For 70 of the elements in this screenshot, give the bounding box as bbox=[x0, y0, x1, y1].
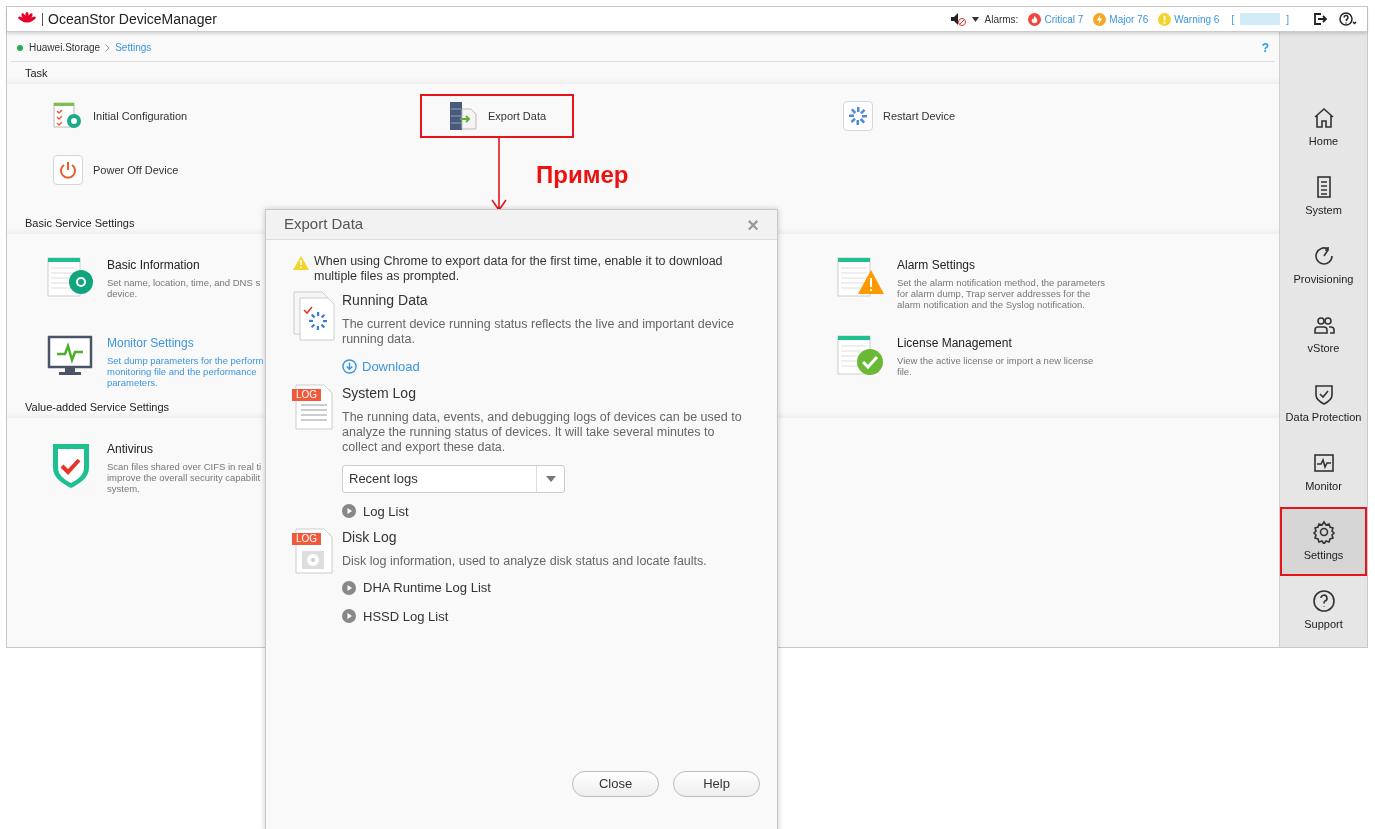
download-icon bbox=[342, 359, 357, 375]
caret-icon bbox=[545, 475, 556, 482]
task-item[interactable]: Export Data bbox=[420, 94, 575, 138]
help-icon[interactable] bbox=[1339, 12, 1357, 26]
setting-title[interactable]: Basic Information bbox=[107, 256, 261, 274]
help-icon bbox=[1311, 588, 1336, 613]
chevron-icon bbox=[105, 43, 111, 52]
dialog-button[interactable]: Help bbox=[673, 771, 760, 797]
section-description: The current device running status reflects the live and important device running data. bbox=[342, 317, 735, 347]
section-title: Disk Log bbox=[342, 528, 398, 547]
product-title: OceanStor DeviceManager bbox=[48, 9, 217, 29]
title-divider bbox=[42, 12, 43, 26]
logout-icon[interactable] bbox=[1313, 12, 1327, 26]
server-export-icon bbox=[448, 101, 478, 131]
lightning-icon bbox=[1093, 12, 1107, 26]
nav-item[interactable]: Data Protection bbox=[1280, 369, 1367, 438]
muted-speaker-icon[interactable] bbox=[949, 12, 966, 26]
alarms-label: Alarms: bbox=[984, 12, 1019, 27]
task-item[interactable]: Restart Device bbox=[815, 94, 984, 138]
setting-title[interactable]: License Management bbox=[897, 334, 1094, 352]
section-description: Disk log information, used to analyze disk status and locate faults. bbox=[342, 554, 708, 569]
document-gear-icon bbox=[47, 256, 95, 300]
section-title: System Log bbox=[342, 383, 417, 403]
nav-item[interactable]: vStore bbox=[1280, 300, 1367, 369]
redacted-block bbox=[1240, 13, 1281, 25]
nav-item[interactable]: Home bbox=[1280, 93, 1367, 162]
power-icon bbox=[53, 155, 83, 185]
task-item[interactable]: Initial Configuration bbox=[25, 94, 216, 138]
setting-description: Set dump parameters for the perform monitoring file and the performance parameters. bbox=[107, 355, 264, 388]
restart-icon bbox=[843, 101, 873, 131]
nav-item[interactable]: Support bbox=[1280, 576, 1367, 645]
section-title: Running Data bbox=[342, 291, 429, 310]
annotation-label: Пример bbox=[536, 160, 629, 190]
account-bracket: [ bbox=[1231, 12, 1235, 27]
warning-icon bbox=[292, 255, 310, 271]
setting-description: Scan files shared over CIFS in real ti improve the overall security capabilit system. bbox=[107, 461, 262, 494]
nav-item[interactable]: System bbox=[1280, 162, 1367, 231]
breadcrumb-item[interactable]: Huawei.Storage bbox=[29, 40, 101, 55]
account-bracket: ] bbox=[1286, 12, 1289, 27]
nav-item[interactable]: Monitor bbox=[1280, 438, 1367, 507]
caret-icon[interactable] bbox=[971, 16, 979, 22]
section-heading: Value-added Service Settings bbox=[25, 399, 170, 415]
dialog-button[interactable]: Close bbox=[572, 771, 659, 797]
play-circle-icon bbox=[342, 609, 356, 624]
expand-link[interactable]: HSSD Log List bbox=[342, 606, 449, 626]
notice-text: When using Chrome to export data for the first time, enable it to download multiple files as prompted. bbox=[314, 254, 724, 284]
section-heading: Task bbox=[25, 65, 48, 81]
expand-link[interactable]: Log List bbox=[342, 501, 409, 521]
document-check-icon bbox=[837, 334, 885, 378]
setting-title[interactable]: Antivirus bbox=[107, 440, 262, 458]
setting-description: Set name, location, time, and DNS s device. bbox=[107, 277, 261, 299]
document-warning-icon bbox=[837, 256, 885, 300]
monitor-pulse-icon bbox=[47, 334, 95, 378]
nav-item[interactable]: Settings bbox=[1280, 507, 1367, 576]
settings-icon bbox=[1311, 519, 1336, 544]
nav-item[interactable]: Provisioning bbox=[1280, 231, 1367, 300]
play-circle-icon bbox=[342, 580, 356, 595]
exclamation-icon bbox=[1158, 12, 1172, 26]
checklist-gear-icon bbox=[53, 102, 83, 130]
section-heading: Basic Service Settings bbox=[25, 215, 135, 231]
log-range-dropdown[interactable]: Recent logs bbox=[342, 464, 565, 493]
dialog-title: Export Data bbox=[284, 214, 364, 235]
flame-icon bbox=[1028, 12, 1042, 26]
setting-description: Set the alarm notification method, the parameters for alarm dump, Trap server addresses for the alarm notification and the Syslog notification. bbox=[897, 277, 1106, 310]
expand-link[interactable]: DHA Runtime Log List bbox=[342, 578, 491, 598]
setting-description: View the active license or import a new license file. bbox=[897, 355, 1094, 377]
section-description: The running data, events, and debugging logs of devices can be used to analyze the running status of devices. It will take several minutes to collect and export these data. bbox=[342, 409, 743, 455]
setting-title[interactable]: Alarm Settings bbox=[897, 256, 1106, 274]
task-item[interactable]: Power Off Device bbox=[25, 148, 207, 192]
play-circle-icon bbox=[342, 504, 356, 519]
